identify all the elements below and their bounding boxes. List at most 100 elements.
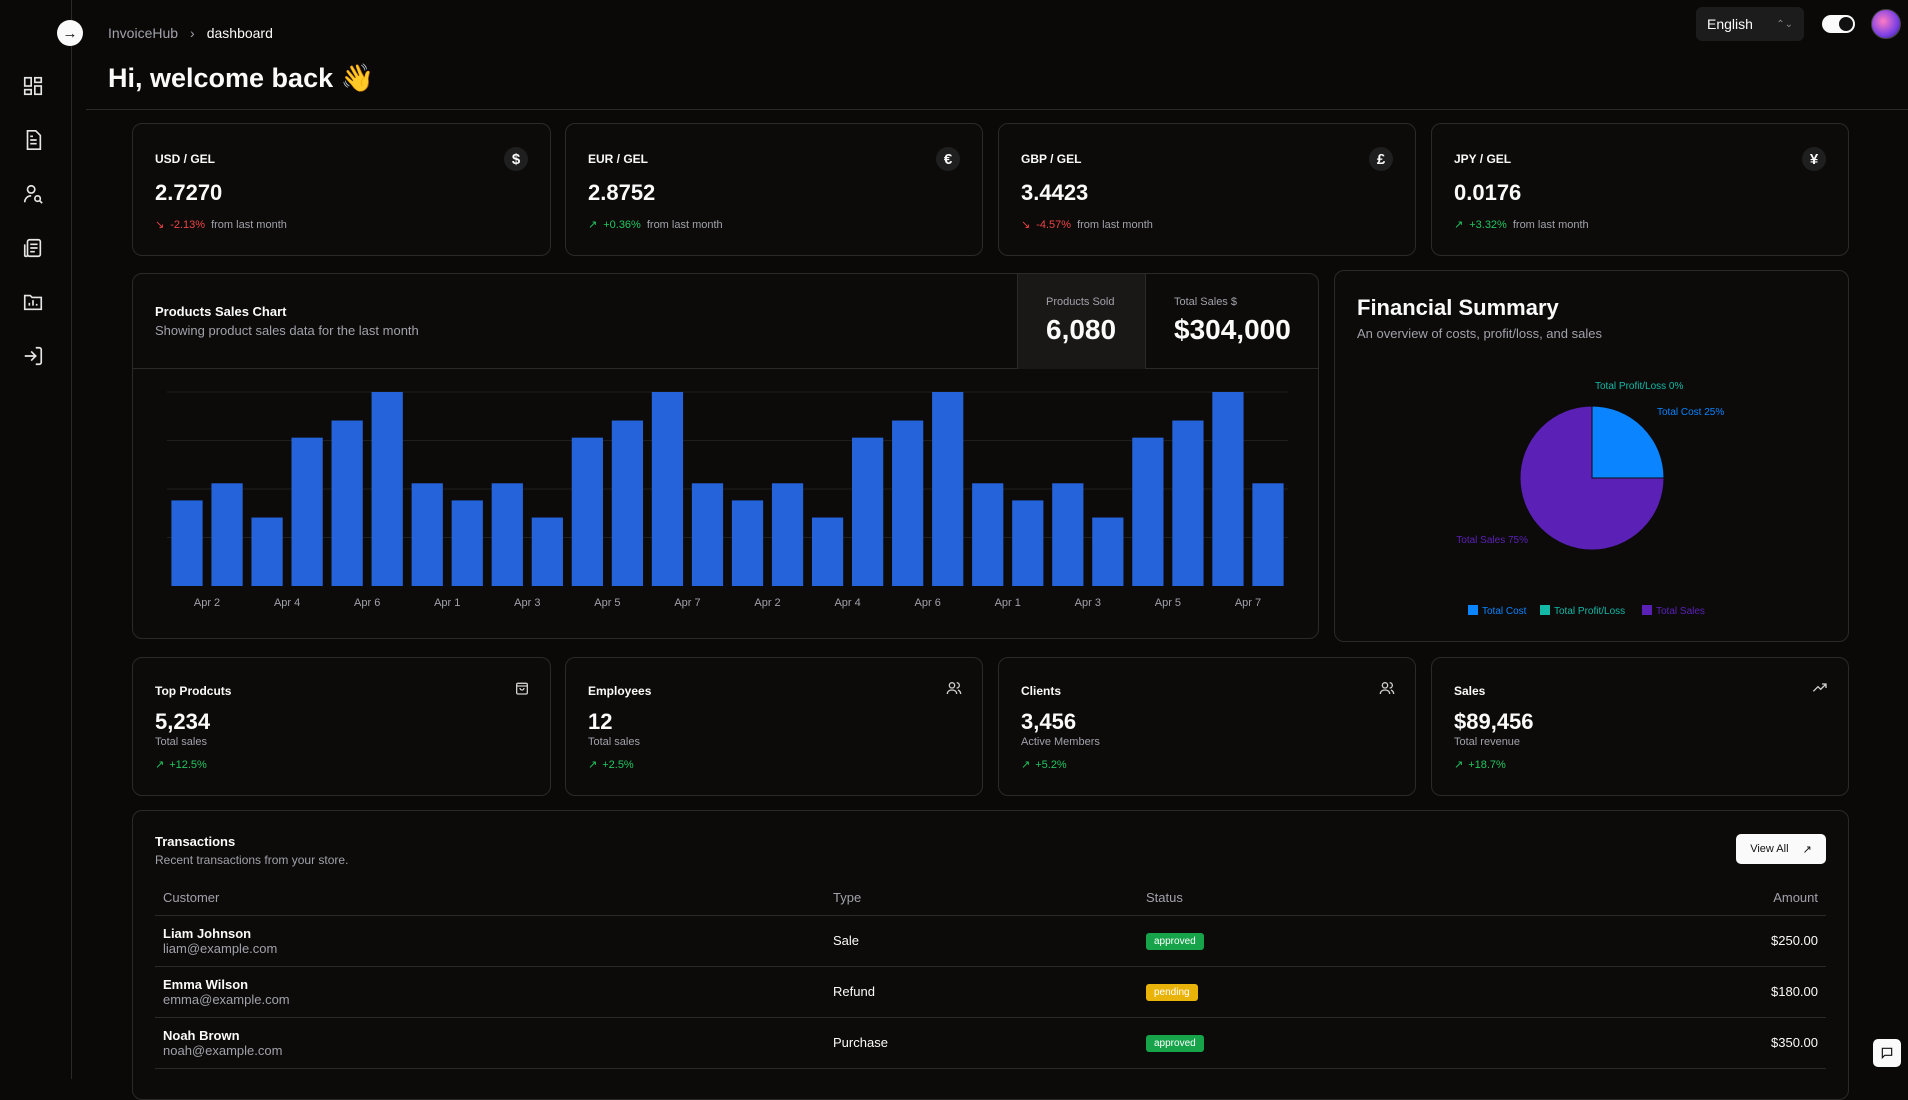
bag-icon: [514, 680, 530, 696]
bar[interactable]: [732, 500, 763, 586]
rate-change: ↘ -4.57% from last month: [1021, 218, 1153, 231]
bar[interactable]: [1252, 483, 1283, 586]
bar[interactable]: [652, 392, 683, 586]
table-row[interactable]: Noah Brownnoah@example.com Purchase appr…: [155, 1017, 1826, 1068]
bar[interactable]: [692, 483, 723, 586]
rate-change-note: from last month: [647, 219, 723, 231]
table-row[interactable]: Liam Johnsonliam@example.com Sale approv…: [155, 915, 1826, 966]
products-sold-stat[interactable]: Products Sold 6,080: [1017, 274, 1145, 369]
bar[interactable]: [1052, 483, 1083, 586]
pie-label: Total Profit/Loss 0%: [1595, 381, 1683, 392]
chevron-up-down-icon: ⌃⌄: [1776, 19, 1793, 30]
legend-label: Total Sales: [1656, 606, 1705, 617]
rate-card-eur: EUR / GEL € 2.8752 ↗ +0.36% from last mo…: [565, 123, 983, 256]
user-search-icon[interactable]: [22, 183, 44, 205]
sign-in-icon[interactable]: [22, 345, 44, 367]
kpi-change: ↗+2.5%: [588, 758, 634, 771]
legend-swatch: [1642, 605, 1652, 615]
stat-label: Total Sales $: [1174, 296, 1319, 308]
bar[interactable]: [332, 421, 363, 586]
bar[interactable]: [1172, 421, 1203, 586]
kpi-change-value: +2.5%: [602, 759, 634, 771]
rate-change: ↘ -2.13% from last month: [155, 218, 287, 231]
breadcrumb: InvoiceHub › dashboard: [108, 25, 273, 41]
kpi-change: ↗+18.7%: [1454, 758, 1506, 771]
bar[interactable]: [1212, 392, 1243, 586]
rate-pair: USD / GEL: [155, 152, 215, 166]
kpi-value: $89,456: [1454, 709, 1534, 735]
rate-change-value: -2.13%: [170, 219, 205, 231]
bar[interactable]: [171, 500, 202, 586]
view-all-button[interactable]: View All ↗: [1736, 834, 1826, 864]
transaction-type: Sale: [825, 915, 1138, 966]
kpi-change: ↗+12.5%: [155, 758, 207, 771]
bar[interactable]: [1132, 438, 1163, 586]
folder-chart-icon[interactable]: [22, 291, 44, 313]
invoice-icon[interactable]: [22, 129, 44, 151]
bar[interactable]: [892, 421, 923, 586]
status-badge: pending: [1146, 984, 1198, 1001]
customer-name: Liam Johnson: [163, 926, 825, 941]
bar[interactable]: [812, 518, 843, 586]
breadcrumb-root[interactable]: InvoiceHub: [108, 25, 178, 41]
chevron-right-icon: ›: [190, 25, 195, 41]
pound-icon: £: [1369, 147, 1393, 171]
avatar[interactable]: [1871, 9, 1901, 39]
transaction-type: Refund: [825, 966, 1138, 1017]
bar[interactable]: [372, 392, 403, 586]
dollar-icon: $: [504, 147, 528, 171]
bar[interactable]: [1092, 518, 1123, 586]
bar[interactable]: [251, 518, 282, 586]
trending-down-icon: ↘: [1021, 218, 1030, 231]
bar[interactable]: [292, 438, 323, 586]
collapse-sidebar-button[interactable]: →: [57, 20, 83, 46]
bar[interactable]: [532, 518, 563, 586]
stat-value: 6,080: [1046, 314, 1145, 346]
bar[interactable]: [412, 483, 443, 586]
theme-toggle[interactable]: [1822, 15, 1855, 33]
x-tick-label: Apr 7: [1235, 597, 1261, 609]
kpi-change-value: +5.2%: [1035, 759, 1067, 771]
yen-icon: ¥: [1802, 147, 1826, 171]
pie-slice[interactable]: [1592, 406, 1664, 478]
kpi-caption: Total sales: [155, 736, 207, 748]
transactions-card: Transactions Recent transactions from yo…: [132, 810, 1849, 1100]
legend-label: Total Profit/Loss: [1554, 606, 1625, 617]
rate-pair: JPY / GEL: [1454, 152, 1511, 166]
bar[interactable]: [932, 392, 963, 586]
bar[interactable]: [211, 483, 242, 586]
total-sales-stat[interactable]: Total Sales $ $304,000: [1145, 274, 1319, 369]
trending-up-icon: ↗: [588, 218, 597, 231]
dashboard-icon[interactable]: [22, 75, 44, 97]
kpi-caption: Total sales: [588, 736, 640, 748]
bar[interactable]: [492, 483, 523, 586]
kpi-label: Sales: [1454, 684, 1485, 698]
kpi-change-value: +18.7%: [1468, 759, 1506, 771]
chat-button[interactable]: [1873, 1039, 1901, 1067]
bar[interactable]: [772, 483, 803, 586]
kpi-value: 5,234: [155, 709, 210, 735]
language-select[interactable]: English ⌃⌄: [1696, 7, 1804, 41]
x-tick-label: Apr 5: [594, 597, 620, 609]
receipt-icon[interactable]: [22, 237, 44, 259]
bar[interactable]: [852, 438, 883, 586]
financial-summary-card: Financial Summary An overview of costs, …: [1334, 270, 1849, 642]
kpi-change-value: +12.5%: [169, 759, 207, 771]
status-badge: approved: [1146, 1035, 1204, 1052]
customer-email: emma@example.com: [163, 992, 825, 1007]
bar[interactable]: [452, 500, 483, 586]
trending-up-icon: [1812, 680, 1828, 696]
x-tick-label: Apr 6: [354, 597, 380, 609]
kpi-card-employees: Employees 12 Total sales ↗+2.5%: [565, 657, 983, 796]
customer-name: Noah Brown: [163, 1028, 825, 1043]
table-row[interactable]: Emma Wilsonemma@example.com Refund pendi…: [155, 966, 1826, 1017]
bar[interactable]: [572, 438, 603, 586]
x-tick-label: Apr 5: [1155, 597, 1181, 609]
kpi-label: Top Prodcuts: [155, 684, 231, 698]
bar[interactable]: [612, 421, 643, 586]
bar[interactable]: [972, 483, 1003, 586]
x-tick-label: Apr 1: [434, 597, 460, 609]
products-sales-chart-card: Products Sales Chart Showing product sal…: [132, 273, 1319, 639]
bar[interactable]: [1012, 500, 1043, 586]
kpi-label: Clients: [1021, 684, 1061, 698]
